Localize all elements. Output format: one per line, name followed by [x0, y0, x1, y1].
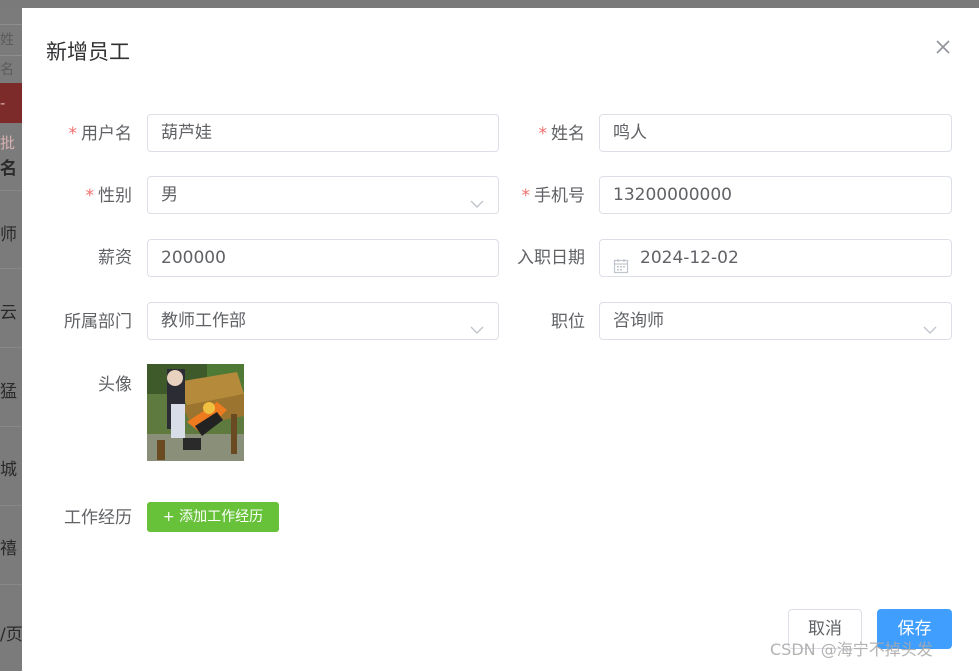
- avatar-label: 头像: [98, 375, 132, 395]
- gender-select[interactable]: 男: [147, 176, 499, 214]
- calendar-icon: [613, 251, 629, 274]
- phone-label: * 手机号: [521, 186, 586, 206]
- position-label: 职位: [551, 312, 585, 332]
- position-value: 咨询师: [613, 311, 664, 331]
- work-experience-label: 工作经历: [64, 508, 132, 528]
- bg-divider: [0, 426, 22, 427]
- phone-input[interactable]: 13200000000: [599, 176, 952, 214]
- add-work-experience-button[interactable]: + 添加工作经历: [147, 502, 279, 532]
- bg-pager-size: /页: [0, 625, 23, 645]
- chevron-down-icon: [923, 314, 937, 334]
- required-mark: *: [85, 186, 95, 206]
- entry-date-picker[interactable]: 2024-12-02: [599, 239, 952, 277]
- department-value: 教师工作部: [161, 311, 246, 331]
- entry-date-value: 2024-12-02: [640, 248, 739, 268]
- username-value: 葫芦娃: [161, 123, 212, 143]
- bg-row-cell: 禧: [0, 539, 17, 559]
- bg-divider: [0, 584, 22, 585]
- required-mark: *: [538, 124, 548, 144]
- required-mark: *: [68, 124, 78, 144]
- avatar-upload[interactable]: [147, 364, 244, 461]
- watermark: CSDN @海宁不掉头发: [770, 640, 933, 659]
- bg-divider: [0, 347, 22, 348]
- entry-date-label: 入职日期: [517, 248, 585, 268]
- position-select[interactable]: 咨询师: [599, 302, 952, 340]
- avatar-image: [147, 364, 244, 461]
- name-input[interactable]: 鸣人: [599, 114, 952, 152]
- department-select[interactable]: 教师工作部: [147, 302, 499, 340]
- gender-label: * 性别: [85, 186, 133, 206]
- username-input[interactable]: 葫芦娃: [147, 114, 499, 152]
- required-mark: *: [521, 186, 531, 206]
- department-label: 所属部门: [64, 312, 132, 332]
- phone-value: 13200000000: [613, 185, 732, 205]
- gender-value: 男: [161, 185, 178, 205]
- close-icon[interactable]: [932, 36, 954, 58]
- salary-label: 薪资: [98, 248, 132, 268]
- bg-row-cell: 城: [0, 460, 17, 480]
- bg-search-input: 姓名: [0, 24, 22, 78]
- name-label: * 姓名: [538, 124, 586, 144]
- username-label: * 用户名: [68, 124, 133, 144]
- name-value: 鸣人: [613, 123, 647, 143]
- dialog-title: 新增员工: [46, 40, 130, 64]
- add-employee-dialog: 新增员工 * 用户名 葫芦娃 * 姓名 鸣人 * 性别 男 * 手机号 13200000…: [22, 8, 979, 671]
- salary-value: 200000: [161, 248, 226, 268]
- bg-column-header: 名: [0, 159, 17, 179]
- salary-input[interactable]: 200000: [147, 239, 499, 277]
